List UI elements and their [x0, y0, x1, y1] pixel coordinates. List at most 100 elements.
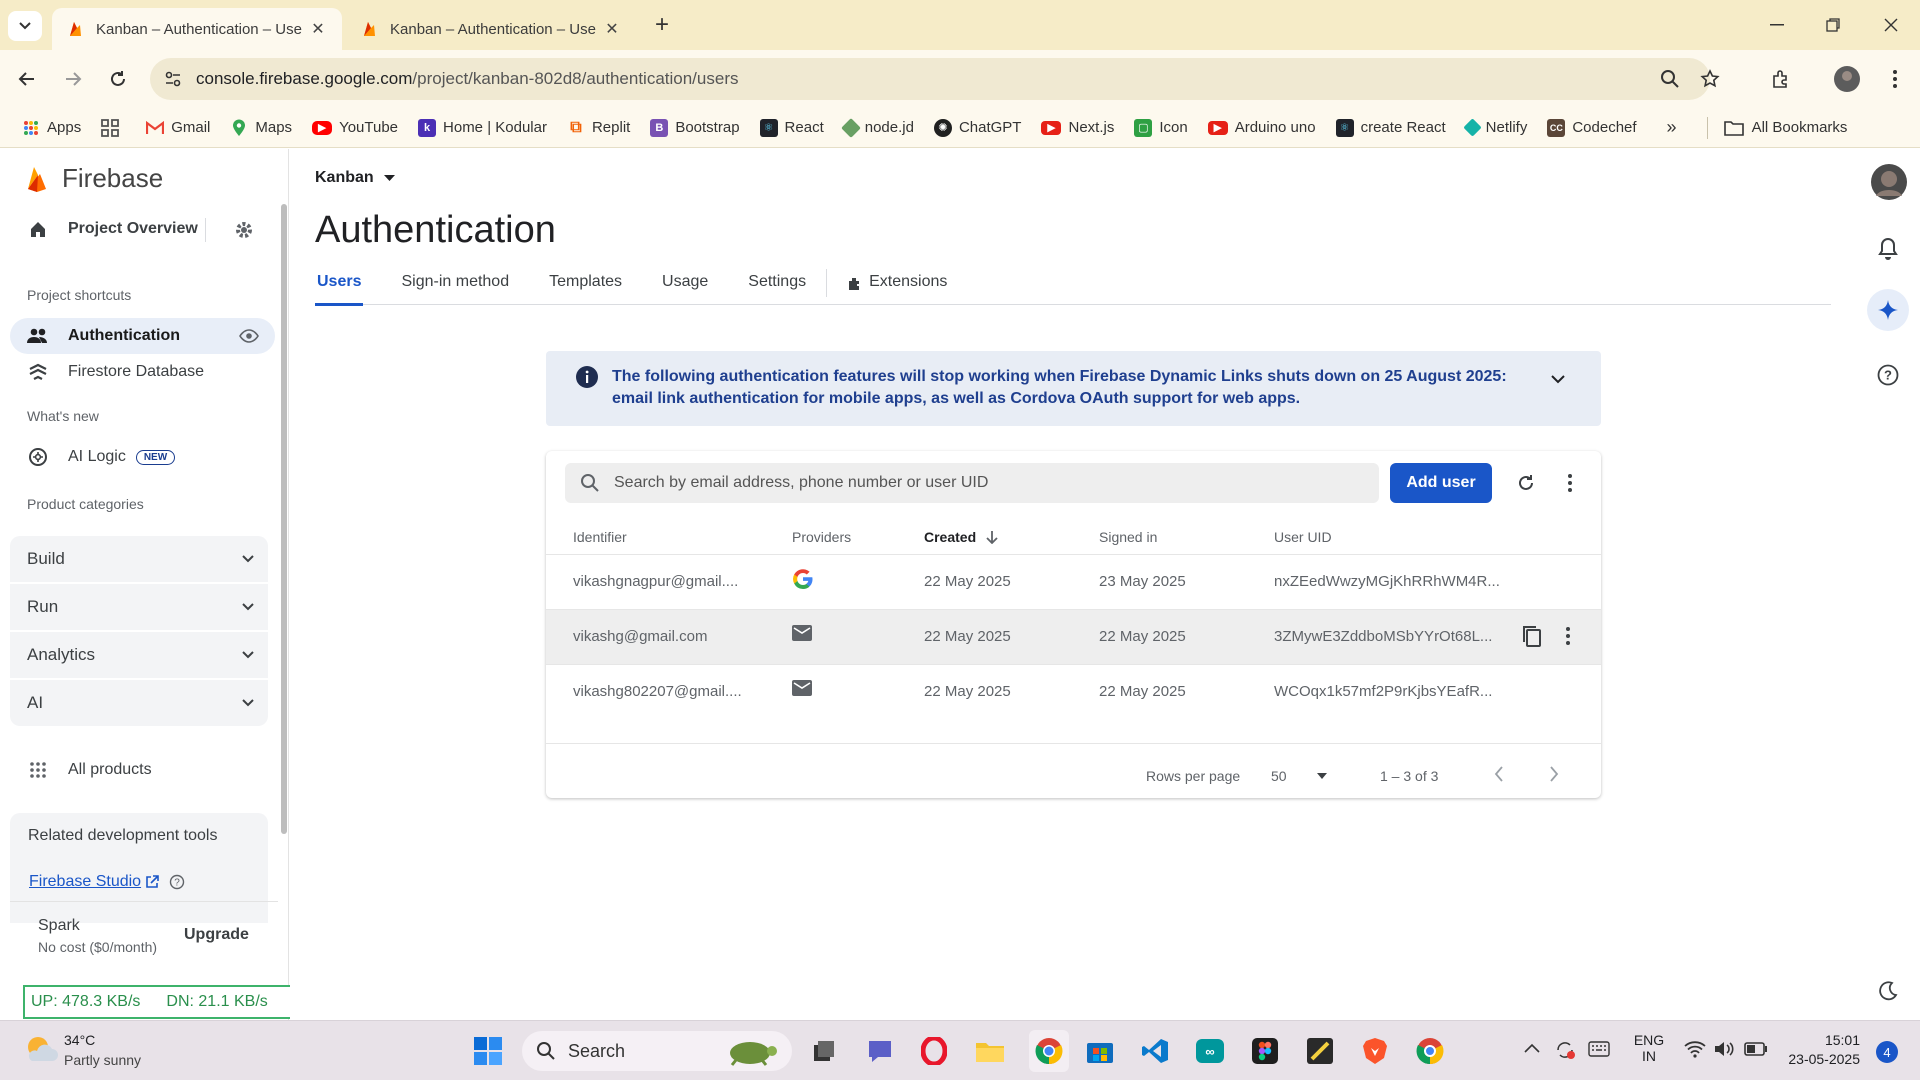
sidebar-item-authentication[interactable]: Authentication	[10, 318, 275, 354]
sidebar-item-all-products[interactable]: All products	[10, 752, 275, 788]
sidebar-item-ai-logic[interactable]: AI Logic NEW	[10, 439, 275, 475]
sync-status-icon[interactable]	[1554, 1039, 1576, 1061]
url-text[interactable]: console.firebase.google.com/project/kanb…	[196, 69, 738, 89]
battery-icon[interactable]	[1744, 1042, 1768, 1056]
column-user-uid[interactable]: User UID	[1274, 529, 1332, 545]
bookmark-replit[interactable]: ⧉ Replit	[567, 119, 630, 137]
category-ai[interactable]: AI	[10, 680, 268, 726]
tab-extensions[interactable]: Extensions	[845, 273, 949, 304]
row-more-options-icon[interactable]	[1566, 627, 1570, 645]
new-tab-button[interactable]: +	[650, 11, 674, 38]
gemini-assistant-button[interactable]	[1867, 289, 1909, 331]
bookmark-apps[interactable]: Apps	[22, 119, 81, 137]
vscode-icon[interactable]	[1139, 1035, 1171, 1067]
tab-settings[interactable]: Settings	[746, 273, 808, 304]
site-settings-icon[interactable]	[164, 70, 182, 88]
firebase-brand[interactable]: Firebase	[26, 163, 163, 194]
rows-per-page-select[interactable]: 50	[1271, 768, 1327, 784]
tab-sign-in-method[interactable]: Sign-in method	[399, 273, 511, 304]
task-view-icon[interactable]	[808, 1035, 840, 1067]
bookmark-codechef[interactable]: CC Codechef	[1547, 118, 1637, 137]
browser-tab[interactable]: Kanban – Authentication – User ✕	[346, 8, 636, 50]
previous-page-button[interactable]	[1494, 766, 1504, 782]
tab-templates[interactable]: Templates	[547, 273, 624, 304]
bookmark-react[interactable]: ⚛ React	[759, 118, 824, 137]
column-signed-in[interactable]: Signed in	[1099, 529, 1157, 545]
column-created[interactable]: Created	[924, 529, 998, 545]
eye-icon[interactable]	[239, 329, 259, 343]
refresh-button[interactable]	[1510, 467, 1542, 499]
all-bookmarks-button[interactable]: All Bookmarks	[1723, 119, 1847, 136]
chrome-menu-button[interactable]	[1880, 64, 1910, 94]
close-tab-icon[interactable]: ✕	[602, 19, 622, 39]
project-settings-gear-icon[interactable]	[233, 219, 255, 241]
microsoft-store-icon[interactable]	[1084, 1035, 1116, 1067]
search-input[interactable]	[614, 474, 1374, 492]
file-explorer-icon[interactable]	[974, 1035, 1006, 1067]
start-button[interactable]	[472, 1035, 504, 1067]
notification-count-badge[interactable]: 4	[1876, 1041, 1898, 1063]
more-bookmarks-button[interactable]: »	[1667, 117, 1677, 138]
column-providers[interactable]: Providers	[792, 529, 851, 545]
bookmark-chatgpt[interactable]: ✺ ChatGPT	[933, 118, 1021, 137]
firebase-studio-link[interactable]: Firebase Studio ?	[29, 873, 185, 891]
weather-icon[interactable]	[22, 1033, 58, 1065]
keyboard-icon[interactable]	[1588, 1041, 1610, 1057]
minimize-button[interactable]	[1762, 12, 1792, 38]
reload-button[interactable]	[103, 64, 133, 94]
bookmark-maps[interactable]: Maps	[230, 119, 292, 137]
wifi-icon[interactable]	[1684, 1040, 1706, 1058]
category-build[interactable]: Build	[10, 536, 268, 582]
forward-button[interactable]	[58, 64, 88, 94]
show-hidden-icons-chevron-up-icon[interactable]	[1524, 1043, 1540, 1053]
add-user-button[interactable]: Add user	[1390, 463, 1492, 503]
notifications-bell-icon[interactable]	[1878, 237, 1898, 261]
bookmark-youtube[interactable]: ▶ YouTube	[312, 119, 398, 136]
table-row[interactable]: vikashgnagpur@gmail.... 22 May 2025 23 M…	[546, 554, 1601, 609]
bookmark-bootstrap[interactable]: B Bootstrap	[650, 118, 740, 137]
volume-icon[interactable]	[1713, 1040, 1735, 1058]
upgrade-button[interactable]: Upgrade	[184, 926, 249, 944]
tab-search-button[interactable]	[8, 11, 42, 41]
table-more-options-button[interactable]	[1554, 467, 1586, 499]
close-tab-icon[interactable]: ✕	[308, 19, 328, 39]
tab-usage[interactable]: Usage	[660, 273, 710, 304]
table-row[interactable]: vikashg@gmail.com 22 May 2025 22 May 202…	[546, 609, 1601, 664]
system-clock[interactable]: 15:01 23-05-2025	[1776, 1032, 1860, 1067]
project-selector[interactable]: Kanban	[315, 169, 395, 187]
bookmark-icon-site[interactable]: ▢ Icon	[1134, 118, 1188, 137]
bookmark-star-icon[interactable]	[1700, 69, 1720, 89]
bookmark-create-react[interactable]: ⚛ create React	[1335, 118, 1446, 137]
circuit-app-icon[interactable]	[1304, 1035, 1336, 1067]
taskbar-search[interactable]: Search	[522, 1031, 792, 1071]
tab-users[interactable]: Users	[315, 273, 364, 306]
chrome-profile-icon[interactable]	[1414, 1035, 1446, 1067]
table-row[interactable]: vikashg802207@gmail.... 22 May 2025 22 M…	[546, 664, 1601, 719]
bookmark-netlify[interactable]: Netlify	[1462, 118, 1527, 137]
back-button[interactable]	[12, 64, 42, 94]
opera-icon[interactable]	[918, 1035, 950, 1067]
language-indicator[interactable]: ENG IN	[1632, 1032, 1666, 1064]
next-page-button[interactable]	[1549, 766, 1559, 782]
category-run[interactable]: Run	[10, 584, 268, 630]
category-analytics[interactable]: Analytics	[10, 632, 268, 678]
chrome-taskbar-icon[interactable]	[1029, 1030, 1069, 1072]
copy-uid-icon[interactable]	[1522, 625, 1542, 647]
account-avatar[interactable]	[1871, 164, 1907, 200]
address-bar[interactable]: console.firebase.google.com/project/kanb…	[150, 58, 1720, 100]
column-identifier[interactable]: Identifier	[573, 529, 627, 545]
close-window-button[interactable]	[1876, 12, 1906, 38]
sidebar-scrollbar[interactable]	[281, 204, 287, 834]
extensions-button[interactable]	[1766, 64, 1796, 94]
dark-mode-icon[interactable]	[1878, 981, 1898, 1001]
chevron-down-icon[interactable]	[1551, 375, 1565, 384]
bookmark-arduino[interactable]: ▶ Arduino uno	[1207, 119, 1316, 136]
profile-avatar[interactable]	[1832, 64, 1862, 94]
browser-tab-active[interactable]: Kanban – Authentication – User ✕	[52, 8, 342, 50]
arduino-ide-icon[interactable]: ∞	[1194, 1035, 1226, 1067]
help-icon[interactable]: ?	[1877, 364, 1899, 386]
zoom-icon[interactable]	[1660, 69, 1680, 89]
user-search-field[interactable]	[565, 463, 1379, 503]
bookmark-kodular[interactable]: k Home | Kodular	[418, 118, 547, 137]
figma-icon[interactable]	[1249, 1035, 1281, 1067]
